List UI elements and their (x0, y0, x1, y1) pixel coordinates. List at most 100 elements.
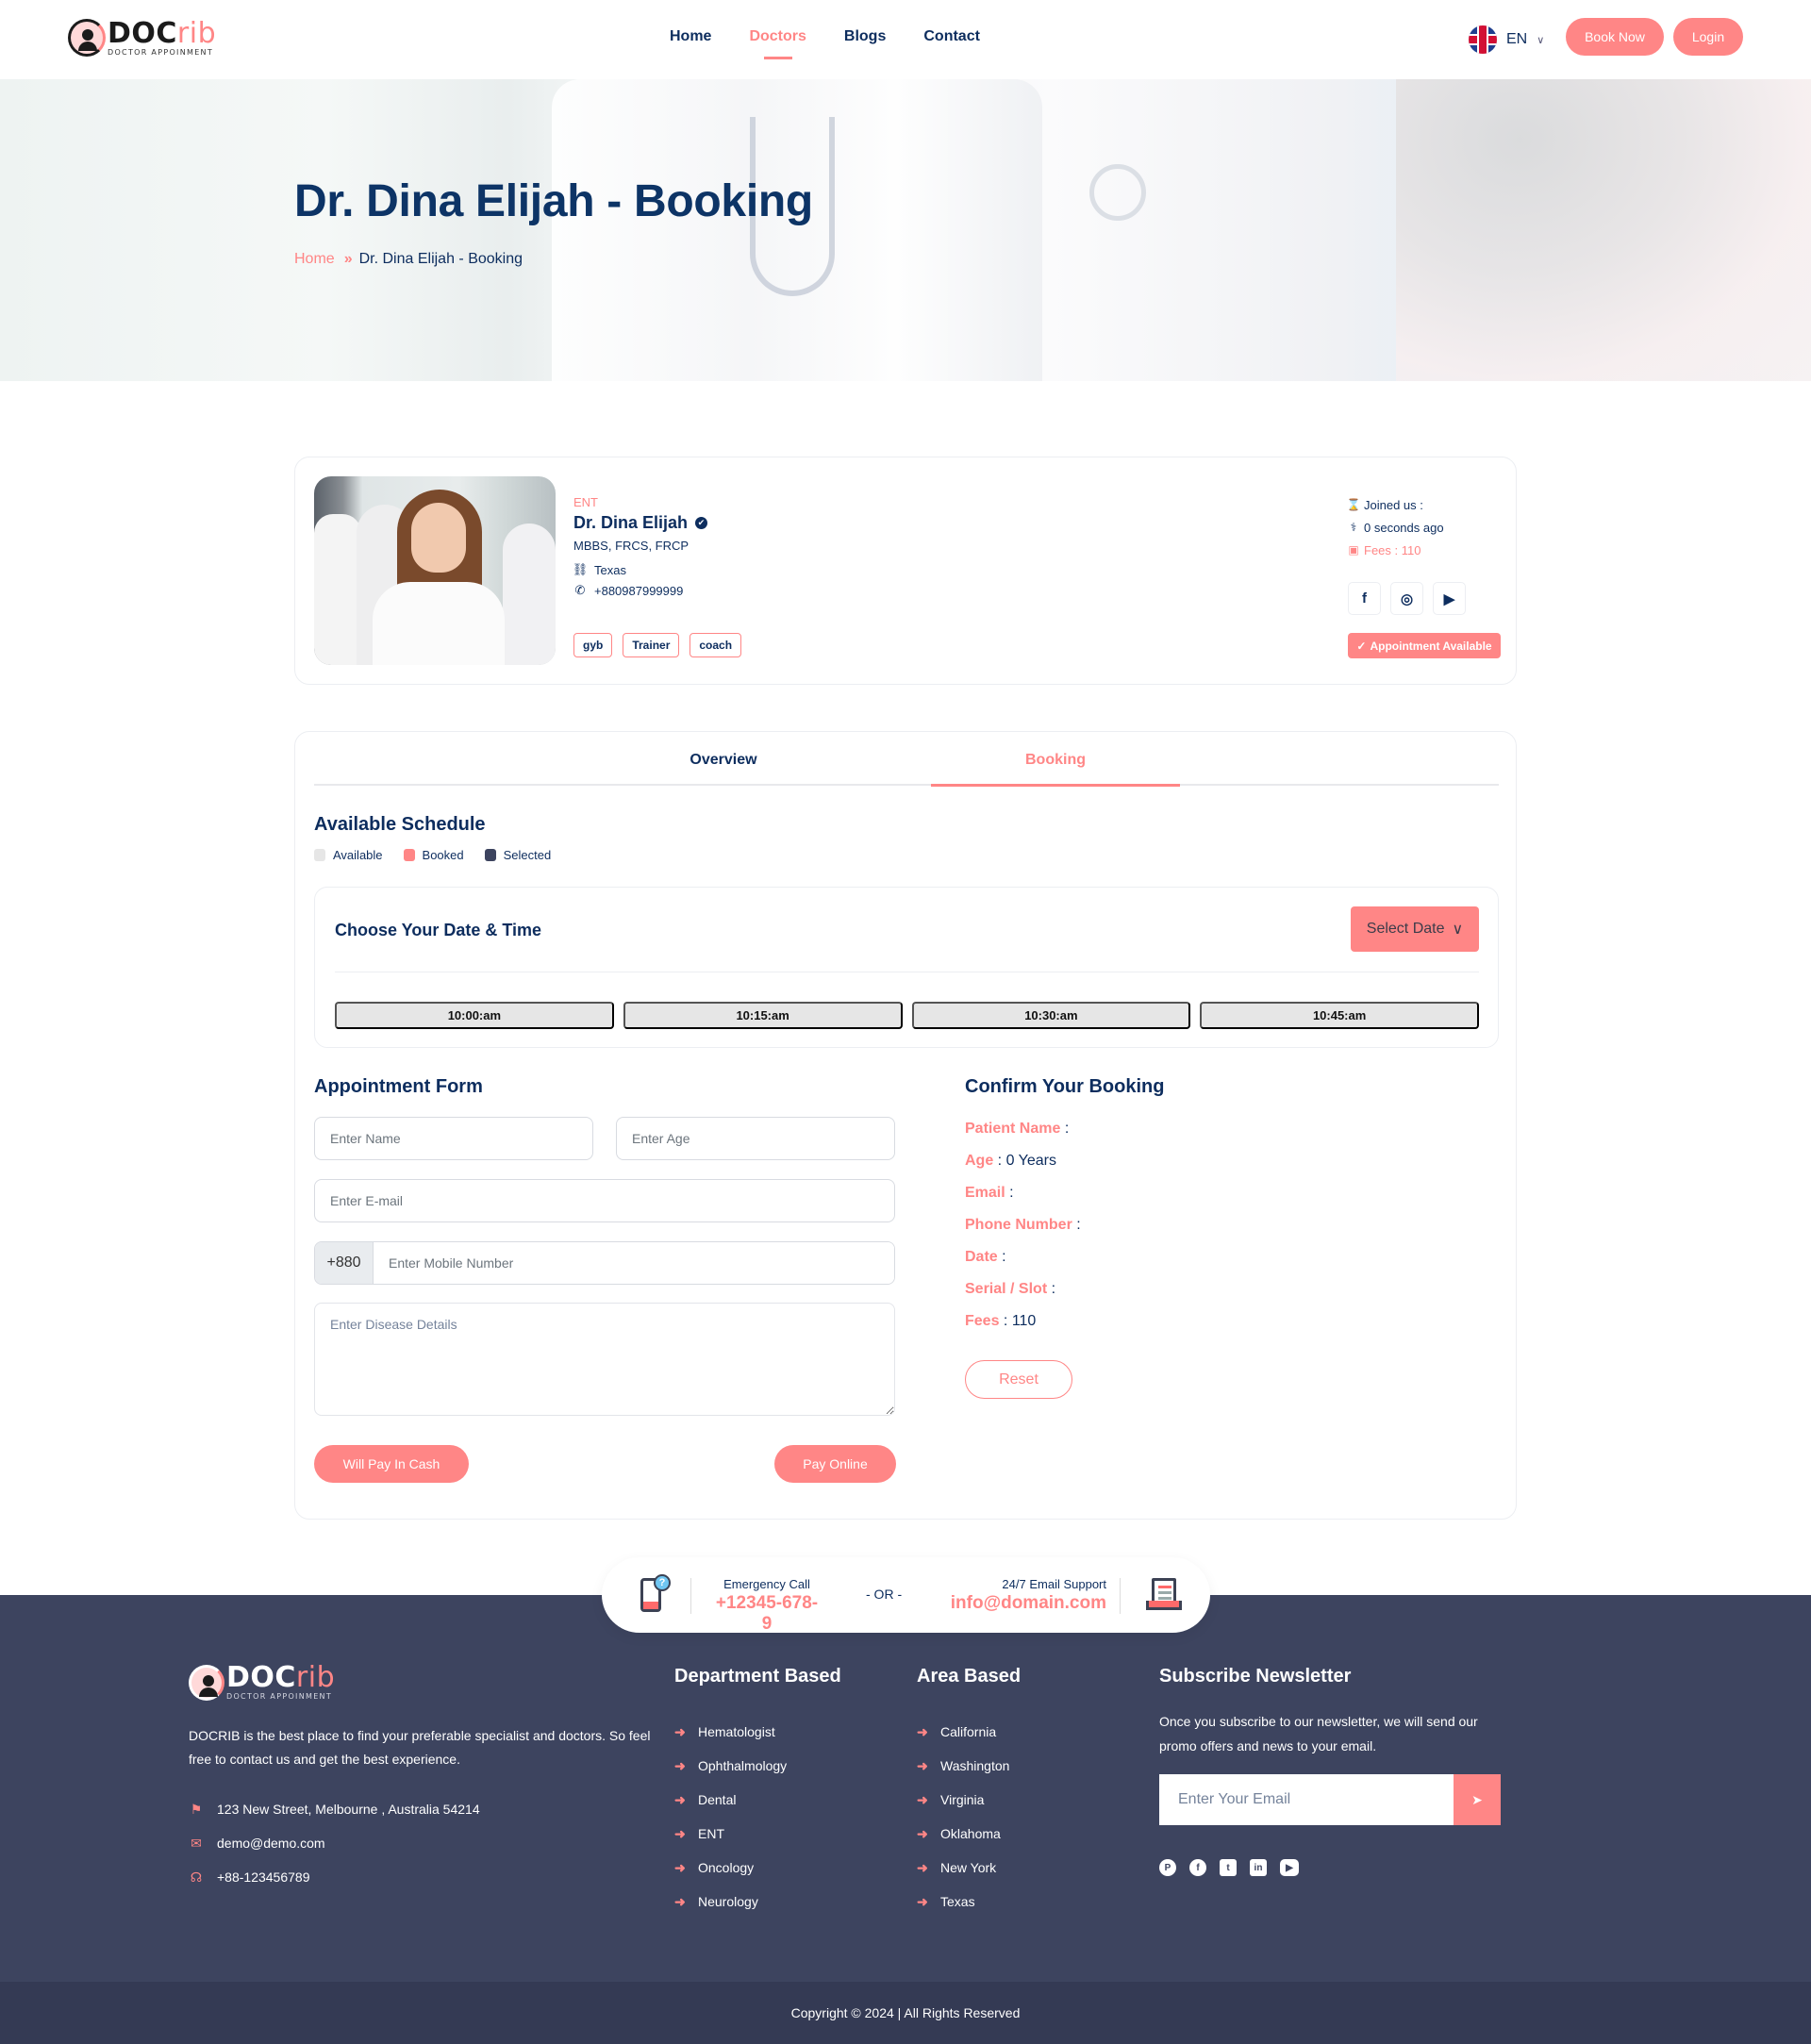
site-logo[interactable]: DOCrib DOCTOR APPOINMENT (68, 19, 216, 57)
pinterest-icon[interactable]: P (1159, 1859, 1176, 1876)
time-slot[interactable]: 10:15:am (623, 1002, 903, 1029)
appointment-form-title: Appointment Form (314, 1076, 483, 1097)
linkedin-icon[interactable]: in (1250, 1859, 1267, 1876)
breadcrumb-home[interactable]: Home (294, 251, 335, 268)
main-nav: Home Doctors Blogs Contact (670, 28, 980, 59)
nav-doctors[interactable]: Doctors (749, 28, 806, 59)
facebook-icon[interactable]: f (1348, 582, 1381, 615)
footer-link[interactable]: ➜ New York (917, 1851, 1021, 1885)
time-slot[interactable]: 10:45:am (1200, 1002, 1479, 1029)
arrow-right-icon: ➜ (674, 1757, 686, 1773)
footer-link[interactable]: ➜ Dental (674, 1783, 841, 1817)
arrow-right-icon: ➜ (917, 1859, 928, 1875)
book-now-button[interactable]: Book Now (1566, 18, 1664, 56)
footer-link[interactable]: ➜ Hematologist (674, 1715, 841, 1749)
location-person-icon: ⛓ (572, 562, 589, 576)
footer-contact: ⚑ 123 New Street, Melbourne , Australia … (189, 1792, 480, 1894)
login-button[interactable]: Login (1673, 18, 1743, 56)
footer-link[interactable]: ➜ ENT (674, 1817, 841, 1851)
age-input[interactable] (616, 1117, 895, 1160)
time-slots: 10:00:am 10:15:am 10:30:am 10:45:am (335, 1002, 1479, 1029)
footer-areas-title: Area Based (917, 1666, 1022, 1687)
footer-departments-title: Department Based (674, 1666, 841, 1687)
tab-overview[interactable]: Overview (599, 752, 848, 769)
nav-home[interactable]: Home (670, 28, 711, 45)
schedule-legend: Available Booked Selected (314, 848, 551, 862)
language-selector[interactable]: EN ∨ (1469, 25, 1544, 54)
chevron-down-icon: ∨ (1452, 922, 1464, 938)
breadcrumb-separator-icon: » (343, 251, 353, 267)
date-time-picker: Choose Your Date & Time Select Date ∨ 10… (314, 887, 1499, 1048)
footer-link[interactable]: ➜ Ophthalmology (674, 1749, 841, 1783)
email-support-address[interactable]: info@domain.com (946, 1593, 1106, 1614)
nav-blogs[interactable]: Blogs (844, 28, 886, 45)
hourglass-icon: ⌛ (1346, 498, 1361, 511)
select-date-dropdown[interactable]: Select Date ∨ (1351, 906, 1479, 952)
doctor-tags: gyb Trainer coach (573, 633, 742, 657)
medical-report-laptop-icon (1144, 1576, 1182, 1614)
footer-departments: Department Based ➜ Hematologist ➜ Ophthalm… (674, 1666, 841, 1919)
doctor-department: ENT (573, 495, 598, 509)
joined-label: Joined us : (1364, 497, 1423, 512)
footer-link[interactable]: ➜ Washington (917, 1749, 1021, 1783)
youtube-icon[interactable]: ▶ (1433, 582, 1466, 615)
footer-link[interactable]: ➜ Oncology (674, 1851, 841, 1885)
doctor-location: ⛓ Texas (573, 562, 707, 577)
reset-button[interactable]: Reset (965, 1360, 1072, 1399)
arrow-right-icon: ➜ (674, 1825, 686, 1841)
disease-details-textarea[interactable] (314, 1303, 895, 1416)
contact-strip: ? Emergency Call +12345-678-9 - OR - 24/… (602, 1557, 1210, 1635)
footer-logo[interactable]: DOCrib DOCTOR APPOINMENT (189, 1664, 335, 1701)
footer-phone: ☊ +88-123456789 (190, 1869, 310, 1886)
instagram-icon[interactable]: ◎ (1390, 582, 1423, 615)
wallet-icon: ▣ (1348, 543, 1359, 557)
logo-doctor-icon (68, 19, 106, 57)
pay-online-button[interactable]: Pay Online (774, 1445, 896, 1483)
footer-link[interactable]: ➜ Neurology (674, 1885, 841, 1919)
phone-input-group: +880 (314, 1241, 895, 1285)
name-input[interactable] (314, 1117, 593, 1160)
pay-in-cash-button[interactable]: Will Pay In Cash (314, 1445, 469, 1483)
time-slot[interactable]: 10:00:am (335, 1002, 614, 1029)
newsletter-title: Subscribe Newsletter (1159, 1666, 1352, 1687)
doctor-fees: Fees : 110 (1364, 542, 1421, 557)
youtube-icon[interactable]: ▶ (1280, 1859, 1299, 1876)
tag[interactable]: gyb (573, 633, 613, 657)
or-separator: - OR - (866, 1587, 903, 1602)
logo-word-main: DOC (108, 16, 177, 50)
emergency-call-number[interactable]: +12345-678-9 (711, 1593, 822, 1635)
arrow-right-icon: ➜ (917, 1791, 928, 1807)
schedule-title: Available Schedule (314, 814, 486, 835)
footer-link[interactable]: ➜ Texas (917, 1885, 1021, 1919)
doctor-location-text: Texas (594, 562, 626, 577)
emergency-call-label: Emergency Call (723, 1577, 810, 1591)
send-icon[interactable]: ➤ (1454, 1774, 1501, 1825)
logo-word-accent: rib (176, 16, 217, 50)
nav-contact[interactable]: Contact (923, 28, 980, 45)
footer-link[interactable]: ➜ Oklahoma (917, 1817, 1021, 1851)
doctor-name: Dr. Dina Elijah (573, 513, 689, 532)
tab-booking[interactable]: Booking (931, 752, 1180, 787)
mobile-number-input[interactable] (374, 1242, 894, 1284)
doctor-socials: f ◎ ▶ (1348, 582, 1466, 615)
breadcrumb: Home » Dr. Dina Elijah - Booking (294, 251, 523, 268)
breadcrumb-current: Dr. Dina Elijah - Booking (358, 251, 523, 267)
email-support-label: 24/7 Email Support (1002, 1577, 1106, 1591)
facebook-icon[interactable]: f (1189, 1859, 1206, 1876)
time-slot[interactable]: 10:30:am (911, 1002, 1191, 1029)
arrow-right-icon: ➜ (917, 1757, 928, 1773)
hero-stethoscope-chestpiece (1089, 164, 1146, 221)
footer-link[interactable]: ➜ California (917, 1715, 1021, 1749)
newsletter-email-input[interactable] (1159, 1774, 1454, 1825)
twitter-icon[interactable]: t (1220, 1859, 1237, 1876)
emergency-call: Emergency Call +12345-678-9 (711, 1577, 822, 1635)
email-input[interactable] (314, 1179, 895, 1222)
tag[interactable]: coach (690, 633, 742, 657)
footer-link[interactable]: ➜ Virginia (917, 1783, 1021, 1817)
check-circle-icon: ✓ (1356, 639, 1367, 653)
headset-icon: ☊ (190, 1869, 203, 1885)
logo-tagline: DOCTOR APPOINMENT (108, 47, 214, 57)
arrow-right-icon: ➜ (674, 1791, 686, 1807)
tag[interactable]: Trainer (623, 633, 680, 657)
arrow-right-icon: ➜ (674, 1723, 686, 1739)
